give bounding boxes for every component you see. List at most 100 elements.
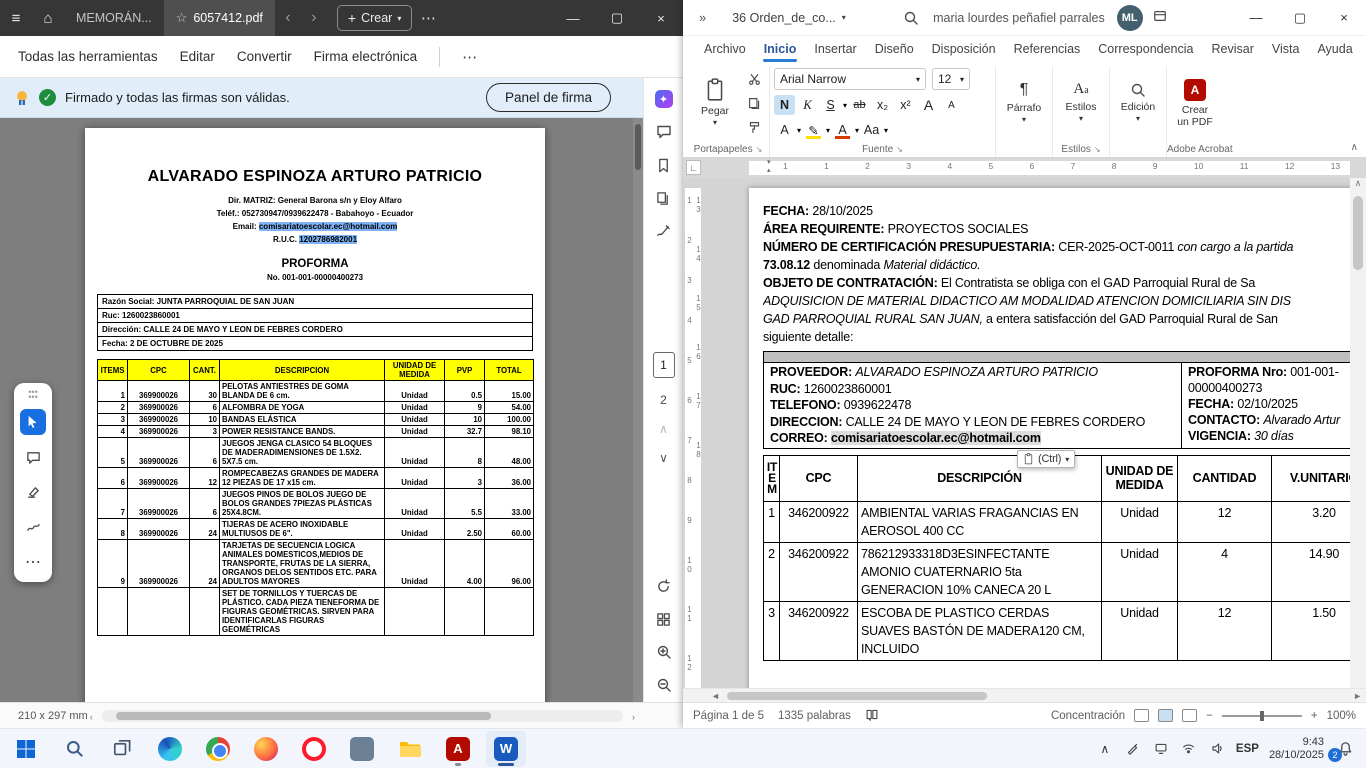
grow-font-button[interactable]: A: [918, 95, 939, 115]
zoom-out-icon[interactable]: [655, 676, 673, 694]
tab-insertar[interactable]: Insertar: [805, 38, 865, 62]
format-painter-button[interactable]: [743, 117, 765, 137]
scroll-up-icon[interactable]: ∧: [1355, 178, 1362, 189]
font-dialog-launcher-icon[interactable]: ↘: [896, 145, 903, 154]
ai-assistant-icon[interactable]: ✦: [655, 90, 673, 108]
taskbar-edge-icon[interactable]: [150, 731, 190, 767]
taskbar-opera-icon[interactable]: [294, 731, 334, 767]
page-up-icon[interactable]: ∧: [659, 422, 668, 436]
superscript-button[interactable]: x²: [895, 95, 916, 115]
scrollbar-thumb[interactable]: [1353, 196, 1363, 270]
forward-icon[interactable]: ›: [301, 9, 327, 27]
scroll-left-icon[interactable]: ‹: [90, 710, 93, 724]
menu-esign[interactable]: Firma electrónica: [314, 49, 418, 64]
indent-markers[interactable]: ▾▴: [767, 159, 771, 175]
tab-archivo[interactable]: Archivo: [695, 38, 755, 62]
editing-menu-button[interactable]: Edición▾: [1114, 68, 1162, 138]
font-name-select[interactable]: Arial Narrow▾: [774, 68, 926, 90]
taskbar-file-explorer-icon[interactable]: [390, 731, 430, 767]
page-number-current[interactable]: 1: [653, 352, 675, 378]
drag-handle-icon[interactable]: ••••••: [28, 390, 37, 400]
star-icon[interactable]: ☆: [176, 10, 188, 26]
font-color-button[interactable]: A: [832, 120, 853, 140]
print-layout-icon[interactable]: [1158, 709, 1173, 722]
menu-icon[interactable]: ≡: [0, 10, 32, 27]
scroll-right-icon[interactable]: ►: [1353, 689, 1362, 703]
word-vertical-scrollbar[interactable]: ∧: [1350, 178, 1366, 688]
tab-diseno[interactable]: Diseño: [866, 38, 923, 62]
vertical-ruler[interactable]: 1 2 3 4 5 6 7 8 9 10 11 12 13 14 15 16 1…: [685, 188, 701, 688]
read-mode-icon[interactable]: [1134, 709, 1149, 722]
signature-panel-button[interactable]: Panel de firma: [486, 83, 611, 112]
spellcheck-icon[interactable]: [865, 708, 879, 724]
styles-dialog-launcher-icon[interactable]: ↘: [1094, 145, 1101, 154]
volume-icon[interactable]: [1208, 740, 1226, 758]
bookmarks-panel-icon[interactable]: [655, 156, 673, 174]
tab-ayuda[interactable]: Ayuda: [1308, 38, 1361, 62]
tab-stop-selector[interactable]: ∟: [686, 160, 701, 175]
zoom-level-label[interactable]: 100%: [1327, 710, 1356, 722]
collapse-ribbon-icon[interactable]: ∧: [1351, 142, 1358, 153]
zoom-out-button[interactable]: −: [1206, 710, 1213, 722]
taskbar-search-button[interactable]: [54, 731, 94, 767]
tab-referencias[interactable]: Referencias: [1005, 38, 1090, 62]
taskbar-acrobat-icon[interactable]: A: [438, 731, 478, 767]
tab-acrobat-clipped[interactable]: A: [1362, 38, 1366, 62]
create-pdf-button[interactable]: A Crearun PDF: [1171, 68, 1219, 138]
scrollbar-thumb[interactable]: [116, 712, 491, 720]
start-button[interactable]: [6, 731, 46, 767]
notifications-button[interactable]: 2: [1334, 738, 1356, 760]
select-tool-button[interactable]: [20, 409, 46, 435]
highlight-tool-button[interactable]: [20, 479, 46, 505]
document-title[interactable]: 36 Orden_de_co... ▾: [732, 11, 846, 25]
strikethrough-button[interactable]: ab: [849, 95, 870, 115]
minimize-button[interactable]: —: [551, 0, 595, 36]
pdf-email-selected[interactable]: comisariatoescolar.ec@hotmail.com: [259, 222, 398, 231]
taskbar-word-icon[interactable]: W: [486, 731, 526, 767]
task-view-button[interactable]: [102, 731, 142, 767]
word-page[interactable]: FECHA: 28/10/2025 ÁREA REQUIRENTE: PROYE…: [749, 188, 1366, 688]
taskbar-clock[interactable]: 9:43 28/10/2025: [1269, 736, 1324, 762]
toolbar-more-icon[interactable]: ⋯: [462, 48, 477, 66]
scroll-left-icon[interactable]: ◄: [711, 689, 720, 703]
avatar[interactable]: ML: [1117, 5, 1143, 31]
word-horizontal-scrollbar[interactable]: ◄ ►: [683, 688, 1366, 702]
language-indicator[interactable]: ESP: [1236, 743, 1259, 755]
create-button[interactable]: + Crear ▾: [337, 5, 412, 31]
styles-menu-button[interactable]: Aa Estilos▾: [1057, 68, 1105, 138]
bold-button[interactable]: N: [774, 95, 795, 115]
pdf-ruc-selected[interactable]: 1202786982001: [299, 235, 357, 244]
copy-button[interactable]: [743, 93, 765, 113]
focus-mode-label[interactable]: Concentración: [1051, 710, 1125, 722]
page-count-label[interactable]: Página 1 de 5: [693, 710, 764, 722]
font-color-options-icon[interactable]: ▾: [855, 126, 859, 135]
horizontal-ruler[interactable]: ∟ ▾▴ 1 1 2 3 4 5 6 7 8 9 10 11 12 13 14: [683, 158, 1366, 178]
text-effects-options-icon[interactable]: ▾: [797, 126, 801, 135]
draw-tool-button[interactable]: [20, 514, 46, 540]
menu-edit[interactable]: Editar: [180, 49, 215, 64]
underline-button[interactable]: S: [820, 95, 841, 115]
tab-revisar[interactable]: Revisar: [1202, 38, 1262, 62]
highlight-color-button[interactable]: ✎: [803, 120, 824, 140]
account-user-name[interactable]: maria lourdes peñafiel parrales: [933, 11, 1105, 25]
page-view-grid-icon[interactable]: [655, 610, 673, 628]
home-icon[interactable]: ⌂: [32, 10, 64, 27]
taskbar-app-icon[interactable]: [342, 731, 382, 767]
close-button[interactable]: ×: [1322, 0, 1366, 36]
font-size-select[interactable]: 12▾: [932, 68, 970, 90]
display-icon[interactable]: [1152, 740, 1170, 758]
subscript-button[interactable]: x₂: [872, 95, 893, 115]
page-thumbnails-icon[interactable]: [655, 189, 673, 207]
underline-options-icon[interactable]: ▾: [843, 101, 847, 110]
taskbar-firefox-icon[interactable]: [246, 731, 286, 767]
clipboard-dialog-launcher-icon[interactable]: ↘: [756, 145, 763, 154]
menu-convert[interactable]: Convertir: [237, 49, 292, 64]
italic-button[interactable]: K: [797, 95, 818, 115]
signature-panel-icon[interactable]: [655, 222, 673, 240]
page-down-icon[interactable]: ∨: [659, 451, 668, 465]
cut-button[interactable]: [743, 69, 765, 89]
change-case-button[interactable]: Aa: [861, 120, 882, 140]
hidden-icons-chevron[interactable]: ∧: [1096, 740, 1114, 758]
maximize-button[interactable]: ▢: [595, 0, 639, 36]
change-case-options-icon[interactable]: ▾: [884, 126, 888, 135]
